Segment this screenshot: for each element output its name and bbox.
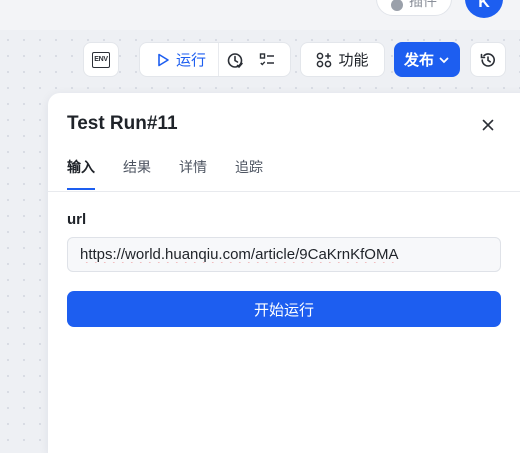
env-icon: ENV (92, 51, 110, 68)
tab-details[interactable]: 详情 (179, 157, 207, 190)
feature-label: 功能 (338, 52, 369, 69)
plugin-icon (391, 0, 403, 11)
publish-label: 发布 (403, 52, 434, 69)
debug-button[interactable] (219, 43, 251, 76)
publish-button[interactable]: 发布 (394, 42, 460, 77)
test-run-panel: Test Run#11 输入 结果 详情 追踪 url 开始运行 (48, 93, 520, 453)
checklist-icon (259, 52, 275, 66)
run-toolbar-group: 运行 (139, 42, 291, 77)
run-button[interactable]: 运行 (140, 43, 220, 76)
url-input[interactable] (67, 237, 501, 272)
start-run-button[interactable]: 开始运行 (67, 291, 501, 327)
chevron-down-icon (439, 57, 449, 63)
avatar-initial: K (478, 0, 490, 11)
close-button[interactable] (476, 113, 500, 137)
apps-icon (317, 52, 332, 67)
history-button[interactable] (470, 42, 506, 77)
tab-result[interactable]: 结果 (123, 157, 151, 190)
history-icon (480, 52, 495, 67)
tab-trace[interactable]: 追踪 (235, 157, 263, 190)
panel-tabs: 输入 结果 详情 追踪 (48, 151, 520, 192)
close-icon (482, 119, 494, 131)
env-button[interactable]: ENV (83, 42, 119, 77)
plugin-label: 插件 (409, 0, 437, 9)
panel-title: Test Run#11 (67, 113, 178, 134)
checklist-button[interactable] (251, 43, 283, 76)
run-label: 运行 (176, 52, 207, 69)
play-icon (158, 53, 169, 66)
tab-input[interactable]: 输入 (67, 157, 95, 190)
url-field-label: url (67, 211, 87, 228)
plugin-pill[interactable]: 插件 (376, 0, 452, 16)
feature-button[interactable]: 功能 (300, 42, 385, 77)
timer-check-icon (227, 52, 243, 68)
